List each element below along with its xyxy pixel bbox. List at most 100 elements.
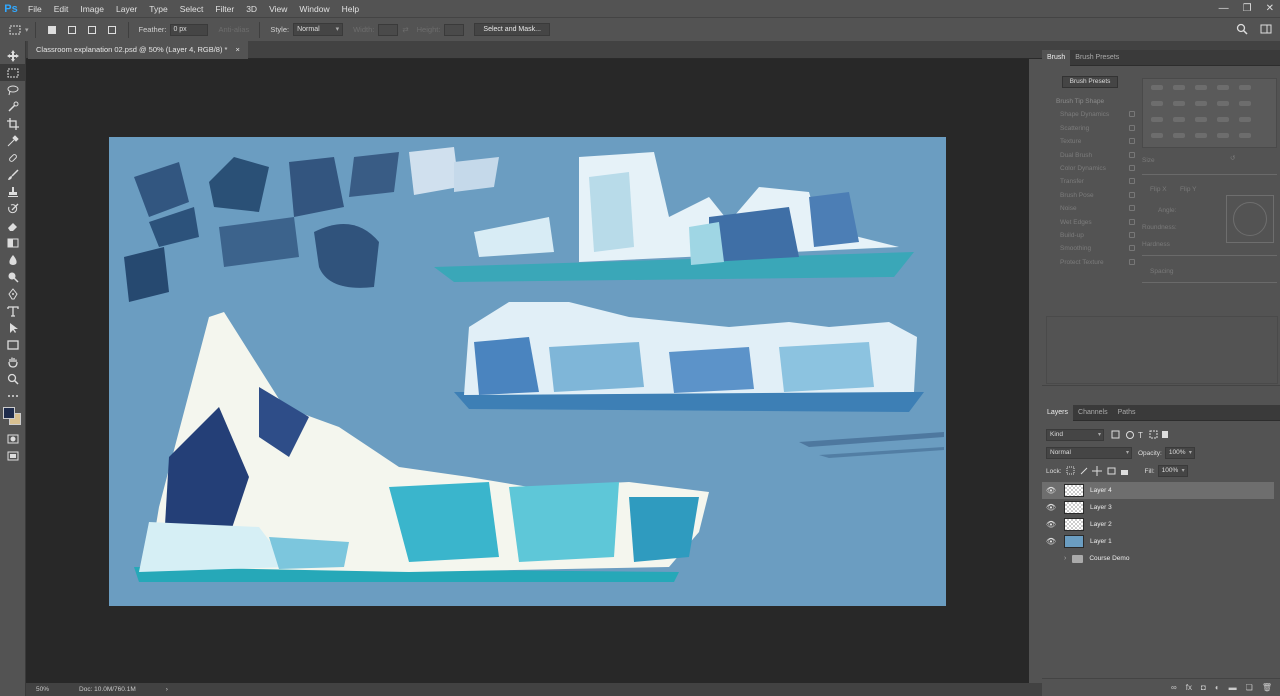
menu-layer[interactable]: Layer bbox=[110, 4, 143, 14]
tab-channels[interactable]: Channels bbox=[1073, 405, 1113, 421]
subtract-selection-icon[interactable] bbox=[85, 23, 99, 37]
healing-brush-tool-icon[interactable] bbox=[0, 149, 26, 166]
preset-chevron-down-icon[interactable]: ▾ bbox=[25, 26, 29, 34]
zoom-tool-icon[interactable] bbox=[0, 370, 26, 387]
width-input[interactable] bbox=[378, 23, 399, 36]
visibility-eye-icon[interactable]: 👁 bbox=[1042, 520, 1060, 529]
menu-file[interactable]: File bbox=[22, 4, 48, 14]
more-tools-icon[interactable] bbox=[0, 387, 26, 404]
layer-row-3[interactable]: 👁 Layer 3 bbox=[1042, 499, 1274, 516]
antialias-checkbox[interactable]: Anti-alias bbox=[218, 25, 249, 34]
setting-wet-edges[interactable]: Wet Edges bbox=[1047, 216, 1135, 229]
visibility-eye-icon[interactable]: 👁 bbox=[1042, 486, 1060, 495]
setting-transfer[interactable]: Transfer bbox=[1047, 175, 1135, 188]
clone-stamp-tool-icon[interactable] bbox=[0, 183, 26, 200]
path-selection-tool-icon[interactable] bbox=[0, 319, 26, 336]
setting-protect-texture[interactable]: Protect Texture bbox=[1047, 256, 1135, 269]
restore-button[interactable]: ❐ bbox=[1243, 3, 1252, 14]
opacity-input[interactable]: 100% bbox=[1164, 447, 1195, 459]
brush-tip-grid[interactable] bbox=[1142, 78, 1277, 148]
zoom-level[interactable]: 50% bbox=[36, 686, 49, 693]
layer-group-row[interactable]: › Course Demo bbox=[1042, 550, 1274, 567]
adjustment-layer-icon[interactable]: ◐ bbox=[1215, 683, 1220, 692]
minimize-button[interactable]: — bbox=[1219, 3, 1229, 14]
crop-tool-icon[interactable] bbox=[0, 115, 26, 132]
quick-selection-tool-icon[interactable] bbox=[0, 98, 26, 115]
marquee-tool-icon[interactable] bbox=[0, 64, 26, 81]
dodge-tool-icon[interactable] bbox=[0, 268, 26, 285]
workspace-icon[interactable] bbox=[1260, 23, 1272, 35]
fx-icon[interactable]: fx bbox=[1186, 683, 1192, 692]
move-tool-icon[interactable] bbox=[0, 47, 26, 64]
filter-kind-select[interactable]: Kind bbox=[1046, 429, 1104, 441]
hardness-slider[interactable] bbox=[1142, 255, 1277, 256]
new-selection-icon[interactable] bbox=[45, 23, 59, 37]
screen-mode-icon[interactable] bbox=[0, 447, 26, 464]
pen-tool-icon[interactable] bbox=[0, 285, 26, 302]
add-mask-icon[interactable]: ◘ bbox=[1201, 683, 1206, 692]
brush-angle-preview[interactable] bbox=[1226, 195, 1274, 243]
link-layers-icon[interactable]: ∞ bbox=[1171, 683, 1177, 692]
document-tab[interactable]: Classroom explanation 02.psd @ 50% (Laye… bbox=[28, 41, 248, 59]
height-input[interactable] bbox=[444, 23, 465, 36]
foreground-color-swatch[interactable] bbox=[3, 407, 15, 419]
tab-layers[interactable]: Layers bbox=[1042, 404, 1074, 421]
close-button[interactable]: ✕ bbox=[1266, 3, 1274, 14]
menu-filter[interactable]: Filter bbox=[209, 4, 240, 14]
size-slider[interactable] bbox=[1142, 174, 1277, 175]
reset-size-icon[interactable]: ↺ bbox=[1230, 154, 1235, 162]
quick-mask-icon[interactable] bbox=[0, 430, 26, 447]
visibility-eye-icon[interactable]: 👁 bbox=[1042, 537, 1060, 546]
setting-texture[interactable]: Texture bbox=[1047, 135, 1135, 148]
tab-paths[interactable]: Paths bbox=[1113, 405, 1141, 421]
color-swatches[interactable] bbox=[0, 404, 26, 430]
gradient-tool-icon[interactable] bbox=[0, 234, 26, 251]
rectangle-tool-icon[interactable] bbox=[0, 336, 26, 353]
lasso-tool-icon[interactable] bbox=[0, 81, 26, 98]
new-group-icon[interactable]: ▬ bbox=[1229, 683, 1237, 692]
spacing-slider[interactable] bbox=[1142, 282, 1277, 283]
type-tool-icon[interactable] bbox=[0, 302, 26, 319]
close-tab-icon[interactable]: × bbox=[235, 41, 239, 59]
setting-shape-dynamics[interactable]: Shape Dynamics bbox=[1047, 108, 1135, 121]
style-select[interactable]: Normal bbox=[293, 23, 344, 36]
setting-dual-brush[interactable]: Dual Brush bbox=[1047, 149, 1135, 162]
eraser-tool-icon[interactable] bbox=[0, 217, 26, 234]
flip-y-checkbox[interactable]: Flip Y bbox=[1180, 186, 1197, 193]
menu-window[interactable]: Window bbox=[293, 4, 335, 14]
new-layer-icon[interactable]: ❏ bbox=[1246, 683, 1253, 692]
setting-brush-pose[interactable]: Brush Pose bbox=[1047, 189, 1135, 202]
trash-icon[interactable]: 🗑 bbox=[1262, 683, 1272, 692]
expand-chevron-icon[interactable]: › bbox=[1064, 555, 1066, 562]
menu-edit[interactable]: Edit bbox=[48, 4, 75, 14]
setting-smoothing[interactable]: Smoothing bbox=[1047, 242, 1135, 255]
menu-3d[interactable]: 3D bbox=[240, 4, 263, 14]
layer-row-4[interactable]: 👁 Layer 4 bbox=[1042, 482, 1274, 499]
tab-brush[interactable]: Brush bbox=[1042, 49, 1071, 66]
menu-select[interactable]: Select bbox=[174, 4, 210, 14]
setting-noise[interactable]: Noise bbox=[1047, 202, 1135, 215]
intersect-selection-icon[interactable] bbox=[105, 23, 119, 37]
hand-tool-icon[interactable] bbox=[0, 353, 26, 370]
layer-row-2[interactable]: 👁 Layer 2 bbox=[1042, 516, 1274, 533]
brush-tool-icon[interactable] bbox=[0, 166, 26, 183]
blend-mode-select[interactable]: Normal bbox=[1046, 447, 1132, 459]
marquee-tool-preset-icon[interactable] bbox=[8, 23, 22, 37]
lock-icons[interactable] bbox=[1065, 466, 1131, 476]
flip-x-checkbox[interactable]: Flip X bbox=[1150, 186, 1167, 193]
menu-help[interactable]: Help bbox=[336, 4, 365, 14]
setting-build-up[interactable]: Build-up bbox=[1047, 229, 1135, 242]
menu-type[interactable]: Type bbox=[143, 4, 173, 14]
add-selection-icon[interactable] bbox=[65, 23, 79, 37]
vertical-scrollbar[interactable] bbox=[1029, 59, 1042, 683]
menu-view[interactable]: View bbox=[263, 4, 293, 14]
swap-icon[interactable]: ⇄ bbox=[402, 25, 408, 34]
setting-color-dynamics[interactable]: Color Dynamics bbox=[1047, 162, 1135, 175]
tab-brush-presets[interactable]: Brush Presets bbox=[1070, 50, 1124, 66]
visibility-eye-icon[interactable]: 👁 bbox=[1042, 503, 1060, 512]
brush-presets-button[interactable]: Brush Presets bbox=[1062, 76, 1118, 88]
history-brush-tool-icon[interactable] bbox=[0, 200, 26, 217]
eyedropper-tool-icon[interactable] bbox=[0, 132, 26, 149]
canvas-area[interactable] bbox=[26, 59, 1029, 683]
setting-scattering[interactable]: Scattering bbox=[1047, 122, 1135, 135]
